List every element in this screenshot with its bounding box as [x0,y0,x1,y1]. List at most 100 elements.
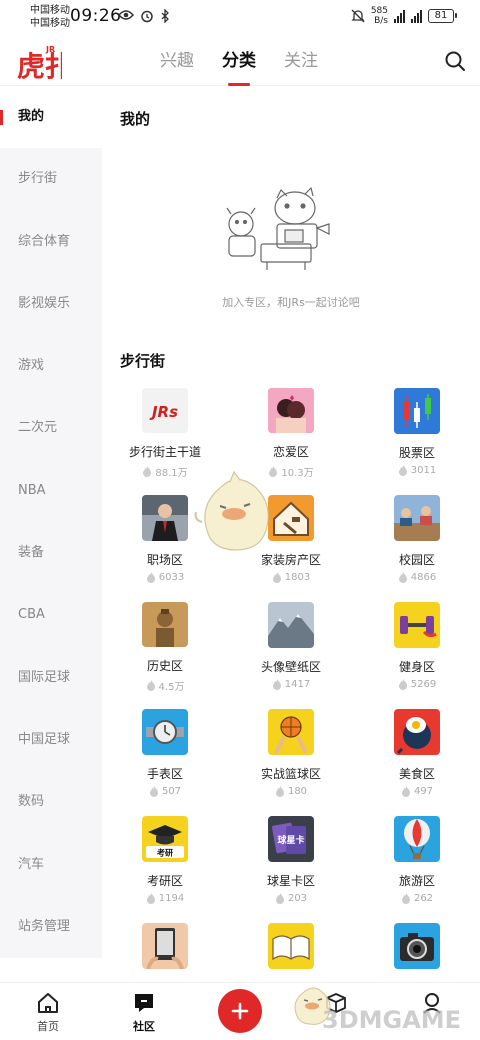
open-book-icon [268,923,314,969]
fried-egg-pan-icon [394,709,440,755]
board-heat-count: 497 [413,786,434,797]
board-heat: 3011 [398,465,436,476]
board-heat-count: 180 [287,786,308,797]
board-item[interactable]: 恋爱区 10.3万 [228,388,354,479]
fire-icon [398,465,407,476]
board-heat: 1417 [272,679,310,690]
section-title-buxingjie: 步行街 [120,352,166,370]
board-name: 实战篮球区 [260,767,321,781]
graduation-cap-icon: 考研 [142,816,188,862]
board-heat-count: 4.5万 [158,682,185,693]
fire-icon [146,893,155,904]
sidebar-item-gear[interactable]: 装备 [0,522,102,584]
terracotta-warrior-icon [142,602,188,647]
fire-icon [143,466,152,477]
fire-icon [398,572,407,583]
board-item[interactable]: JRs 步行街主干道 88.1万 [102,388,228,479]
sidebar-item-cba[interactable]: CBA [0,584,102,646]
board-heat: 4.5万 [146,678,185,693]
sidebar-item-entertainment[interactable]: 影视娱乐 [0,273,102,335]
nav-post[interactable] [192,983,288,1040]
board-name: 健身区 [398,660,435,674]
fire-icon [272,679,281,690]
sidebar-item-buxingjie[interactable]: 步行街 [0,148,102,210]
couple-icon [268,388,314,433]
board-item[interactable]: 考研 考研区 1194 [102,816,228,907]
board-name: 手表区 [146,767,183,781]
tab-category[interactable]: 分类 [222,36,256,86]
board-item[interactable] [228,923,354,982]
sidebar-item-nba[interactable]: NBA [0,460,102,522]
bluetooth-icon [161,9,169,23]
trading-card-icon: 球星卡 [268,816,314,862]
sidebar-item-acg[interactable]: 二次元 [0,397,102,459]
board-item[interactable]: 健身区 5269 [354,602,480,693]
sidebar-item-auto[interactable]: 汽车 [0,834,102,896]
category-content: 我的 加入专区，和JRs一起讨论吧 步行街 JRs 步行街主干道 88.1万 恋… [102,86,480,982]
clock: 09:26 [70,6,122,26]
nav-home[interactable]: 首页 [0,983,96,1040]
net-speed-unit: B/s [374,16,388,26]
tab-interest[interactable]: 兴趣 [160,36,194,86]
sidebar-item-mine[interactable]: 我的 [0,86,102,149]
hupu-logo-icon[interactable]: 虎扑 JR [16,42,62,82]
board-heat-count: 3011 [410,465,437,476]
carrier-2: 中国移动 [30,18,70,29]
battery-icon: 81 [428,9,457,23]
board-heat-count: 10.3万 [281,468,314,479]
fire-icon [149,786,158,797]
board-item[interactable]: 美食区 497 [354,709,480,800]
board-heat-count: 6033 [158,572,185,583]
carrier-info: 中国移动 中国移动 [30,4,70,30]
status-icons-left [118,9,170,23]
fire-icon [398,679,407,690]
board-name: 步行街主干道 [128,445,201,459]
sidebar-item-sports[interactable]: 综合体育 [0,211,102,273]
sidebar-item-games[interactable]: 游戏 [0,335,102,397]
board-item[interactable]: 实战篮球区 180 [228,709,354,800]
board-item[interactable]: 历史区 4.5万 [102,602,228,693]
signal-icon-2 [411,9,422,23]
top-header: 虎扑 JR 兴趣 分类 关注 [0,36,480,86]
fire-icon [401,893,410,904]
board-heat: 203 [275,893,307,904]
board-heat: 1803 [272,572,310,583]
carrier-1: 中国移动 [30,5,70,16]
dumbbell-icon [394,602,440,648]
board-item[interactable]: 手表区 507 [102,709,228,800]
board-item[interactable]: 旅游区 262 [354,816,480,907]
sidebar-item-digital[interactable]: 数码 [0,771,102,833]
fire-icon [272,572,281,583]
stock-candles-icon [394,388,440,434]
sidebar-item-intl-football[interactable]: 国际足球 [0,647,102,709]
jrs-logo-icon: JRs [142,388,188,433]
empty-state-illustration [226,186,330,270]
top-tabs: 兴趣 分类 关注 [160,36,318,86]
board-heat-count: 88.1万 [155,468,188,479]
board-item[interactable] [354,923,480,982]
board-name: 美食区 [398,767,435,781]
board-name: 球星卡区 [266,874,315,888]
search-icon[interactable] [444,50,466,72]
tab-follow[interactable]: 关注 [284,36,318,86]
board-heat-count: 203 [287,893,308,904]
eye-icon [118,10,134,20]
post-button[interactable] [218,989,262,1033]
community-icon [135,994,153,1012]
nav-community[interactable]: 社区 [96,983,192,1040]
sidebar-item-site-admin[interactable]: 站务管理 [0,896,102,958]
fire-icon [146,572,155,583]
sidebar-item-cn-football[interactable]: 中国足球 [0,709,102,771]
board-item[interactable]: 股票区 3011 [354,388,480,479]
status-bar: 中国移动 中国移动 09:26 585 B/s 81 [0,0,480,36]
board-item[interactable] [102,923,228,982]
mute-bell-icon [351,9,365,23]
board-heat-count: 262 [413,893,434,904]
board-item[interactable]: 头像壁纸区 1417 [228,602,354,693]
card-label: 球星卡 [277,834,304,846]
hot-air-balloon-icon [394,816,440,862]
jrs-logo-text: JRs [149,403,178,421]
board-item[interactable]: 校园区 4866 [354,495,480,586]
board-item[interactable]: 球星卡 球星卡区 203 [228,816,354,907]
mountain-wallpaper-icon [268,602,314,648]
